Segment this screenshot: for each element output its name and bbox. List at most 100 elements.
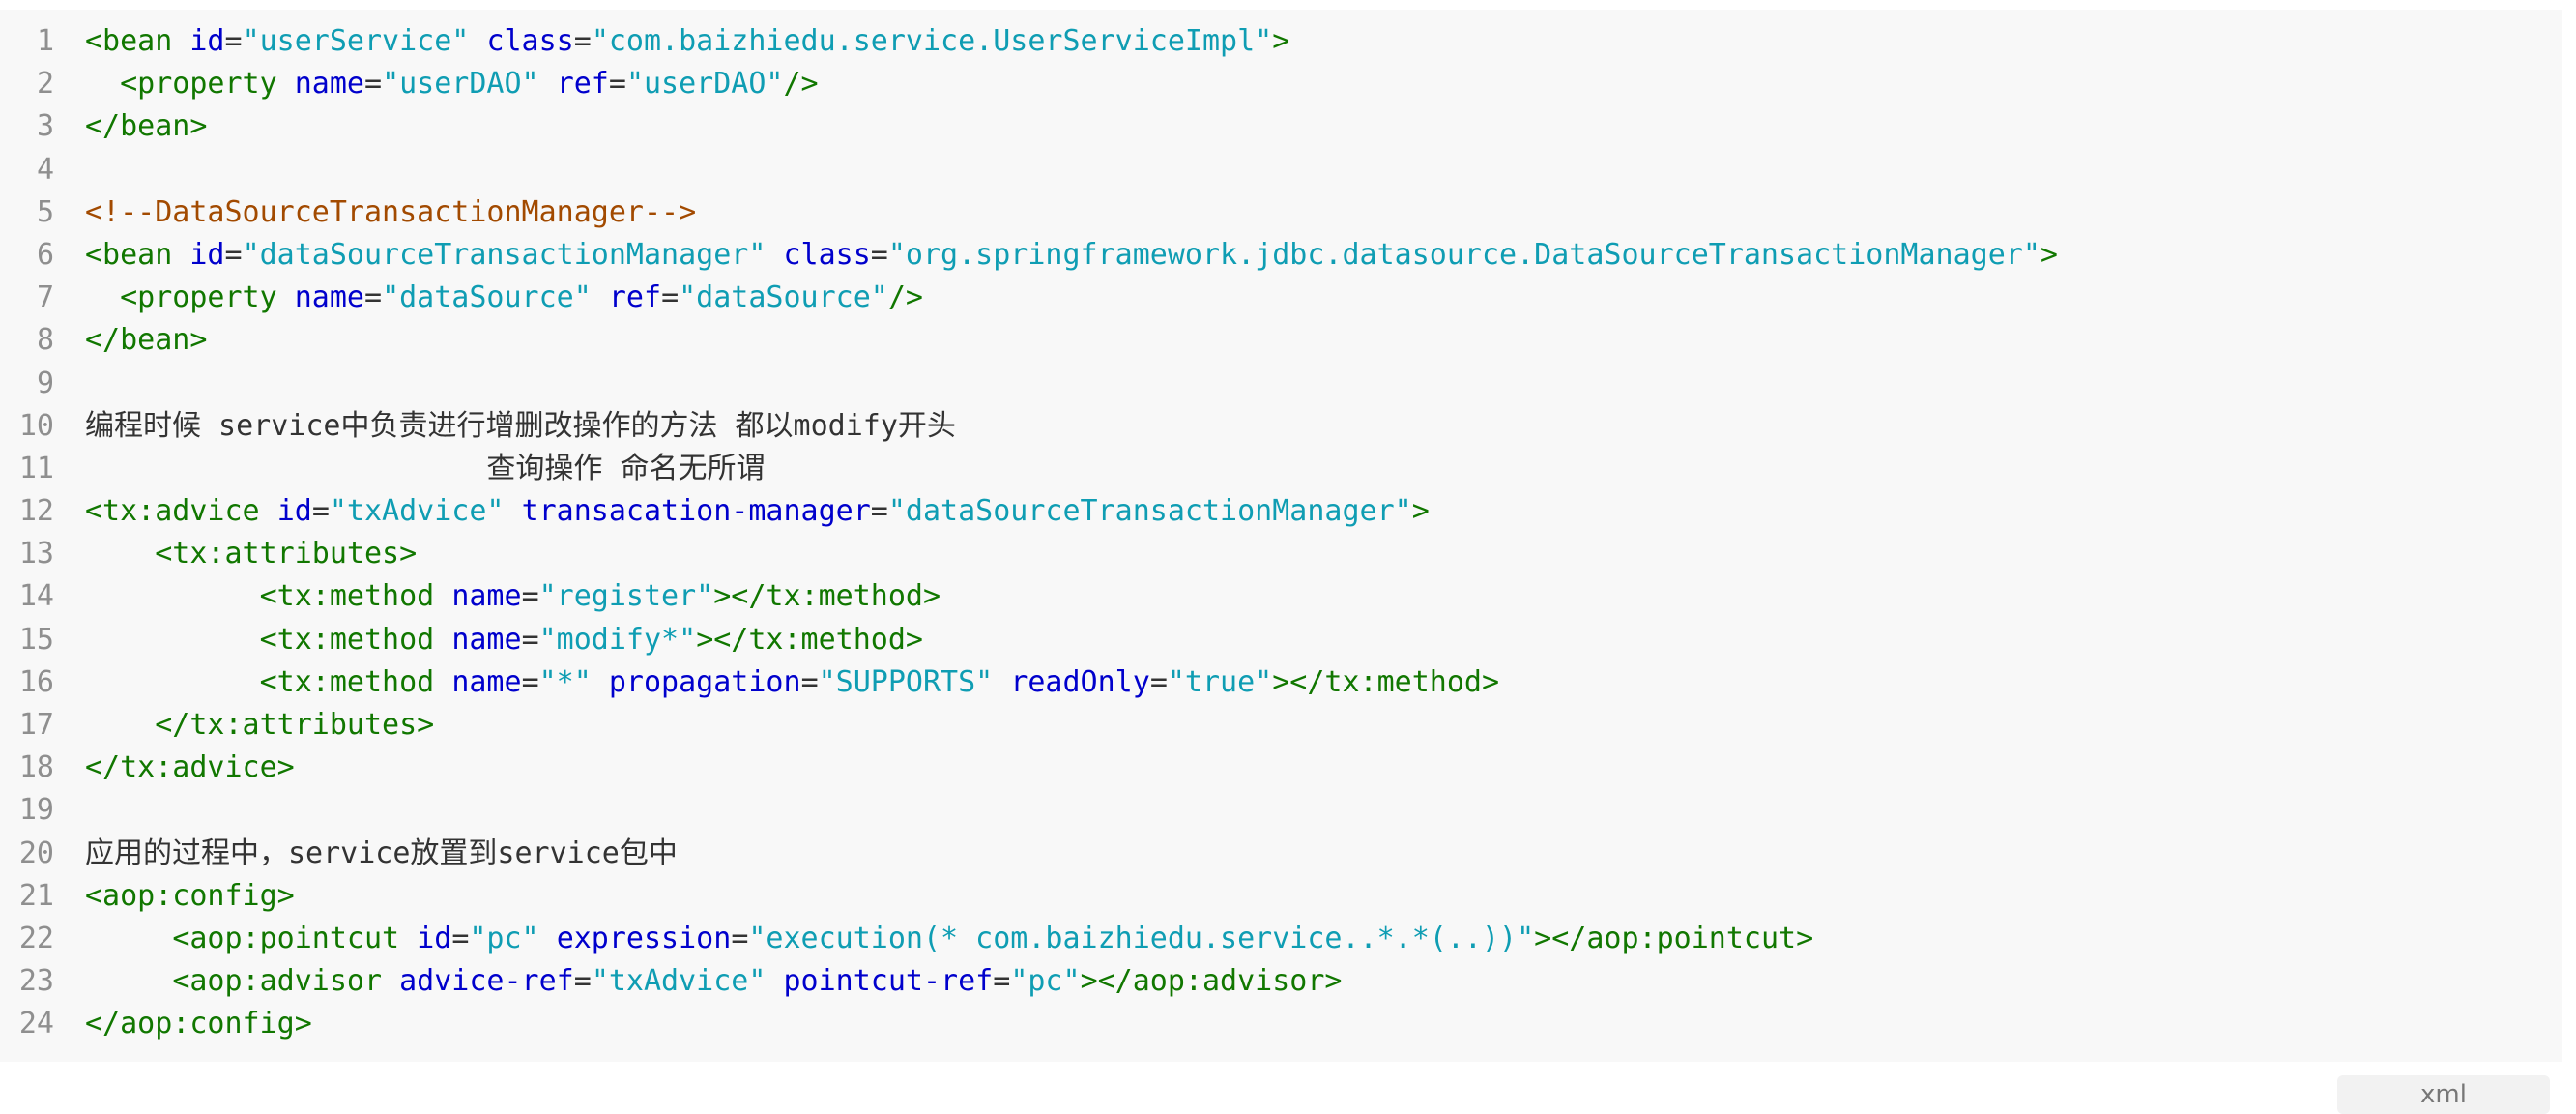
code-line: 18 </tx:advice> — [0, 747, 2562, 789]
code-text: <tx:attributes> — [85, 533, 417, 575]
code-token: = — [224, 237, 243, 272]
code-token: "true" — [1167, 664, 1273, 699]
code-token: "*" — [538, 664, 592, 699]
line-number: 24 — [18, 1007, 54, 1041]
code-text: </bean> — [85, 105, 207, 148]
code-token: "org.springframework.jdbc.datasource.Dat… — [887, 237, 2041, 272]
code-token: "com.baizhiedu.service.UserServiceImpl" — [591, 24, 1273, 58]
line-number: 15 — [18, 622, 54, 657]
line-number: 6 — [36, 237, 54, 272]
code-line: 7 <property name="dataSource" ref="dataS… — [0, 277, 2562, 319]
code-block[interactable]: 1 <bean id="userService" class="com.baizh… — [0, 10, 2562, 1062]
code-token: = — [800, 664, 819, 699]
code-token: ></tx:method> — [1272, 664, 1500, 699]
code-line: 16 <tx:method name="*" propagation="SUPP… — [0, 661, 2562, 704]
line-number: 3 — [36, 109, 54, 144]
code-token: </aop:config> — [85, 1007, 312, 1041]
code-line: 23 <aop:advisor advice-ref="txAdvice" po… — [0, 960, 2562, 1003]
code-text: <tx:advice id="txAdvice" transacation-ma… — [85, 490, 1430, 533]
code-token: <!--DataSourceTransactionManager--> — [85, 194, 697, 229]
code-token: </bean> — [85, 323, 208, 358]
code-token: "dataSource" — [679, 280, 888, 315]
code-token: </tx:advice> — [85, 750, 295, 785]
code-token: name — [294, 280, 364, 315]
code-text: </tx:attributes> — [85, 704, 434, 747]
code-token: "dataSource" — [382, 280, 592, 315]
code-token: "userDAO" — [625, 67, 784, 102]
code-token: ></tx:method> — [696, 622, 923, 657]
code-token: = — [993, 964, 1011, 999]
code-text: <bean id="userService" class="com.baizhi… — [85, 20, 1289, 63]
language-label[interactable]: xml — [2337, 1075, 2550, 1114]
code-token: ></aop:pointcut> — [1534, 921, 1814, 955]
code-text: 应用的过程中，service放置到service包中 — [85, 833, 678, 875]
line-number: 23 — [18, 964, 54, 999]
code-text: </tx:advice> — [85, 747, 295, 789]
code-line: 15 <tx:method name="modify*"></tx:method… — [0, 619, 2562, 661]
code-token: "txAdvice" — [591, 964, 767, 999]
line-number: 19 — [18, 793, 54, 828]
code-token: "userService" — [242, 24, 470, 58]
code-token: <aop:config> — [85, 878, 295, 913]
code-text: <aop:advisor advice-ref="txAdvice" point… — [85, 960, 1342, 1003]
code-token: = — [608, 67, 626, 102]
line-number: 18 — [18, 750, 54, 785]
line-number: 16 — [18, 664, 54, 699]
code-text: <bean id="dataSourceTransactionManager" … — [85, 234, 2058, 277]
code-token: <property — [120, 280, 295, 315]
line-number: 17 — [18, 708, 54, 742]
code-line: 13 <tx:attributes> — [0, 533, 2562, 575]
code-token: "dataSourceTransactionManager" — [242, 237, 767, 272]
code-token: <tx:method — [259, 622, 452, 657]
code-text: <property name="dataSource" ref="dataSou… — [85, 277, 923, 319]
code-token: advice-ref — [399, 964, 574, 999]
code-token: "dataSourceTransactionManager" — [887, 494, 1412, 529]
code-token: name — [451, 622, 522, 657]
code-token: "modify*" — [538, 622, 697, 657]
code-line: 20 应用的过程中，service放置到service包中 — [0, 833, 2562, 875]
code-text: </bean> — [85, 319, 207, 362]
code-token: <tx:method — [259, 664, 452, 699]
code-token: </tx:attributes> — [155, 708, 435, 742]
code-token: = — [1149, 664, 1168, 699]
code-token: "pc" — [1010, 964, 1081, 999]
code-token: name — [451, 664, 522, 699]
code-text: <tx:method name="*" propagation="SUPPORT… — [85, 661, 1499, 704]
code-token: <tx:advice — [85, 494, 277, 529]
code-token: <aop:pointcut — [172, 921, 418, 955]
line-number: 21 — [18, 878, 54, 913]
code-line: 2 <property name="userDAO" ref="userDAO"… — [0, 63, 2562, 105]
code-token: id — [189, 24, 225, 58]
code-text: </aop:config> — [85, 1003, 312, 1045]
code-token: > — [2040, 237, 2058, 272]
line-number: 22 — [18, 921, 54, 955]
code-text: 查询操作 命名无所谓 — [85, 448, 765, 490]
code-line: 22 <aop:pointcut id="pc" expression="exe… — [0, 918, 2562, 960]
code-line: 9 — [0, 363, 2562, 405]
code-token: /> — [887, 280, 923, 315]
code-token: 编程时候 service中负责进行增删改操作的方法 都以modify开头 — [85, 408, 956, 443]
line-number: 5 — [36, 194, 54, 229]
line-number: 9 — [36, 366, 54, 400]
code-token: "execution(* com.baizhiedu.service..*.*(… — [748, 921, 1535, 955]
code-token: = — [311, 494, 330, 529]
code-token: = — [521, 579, 539, 614]
line-number: 4 — [36, 152, 54, 187]
code-token: = — [870, 237, 888, 272]
code-lines: 1 <bean id="userService" class="com.baizh… — [0, 20, 2562, 1046]
code-token: = — [224, 24, 243, 58]
code-token: <bean — [85, 237, 190, 272]
line-number: 7 — [36, 280, 54, 315]
code-token: transacation-manager — [521, 494, 871, 529]
